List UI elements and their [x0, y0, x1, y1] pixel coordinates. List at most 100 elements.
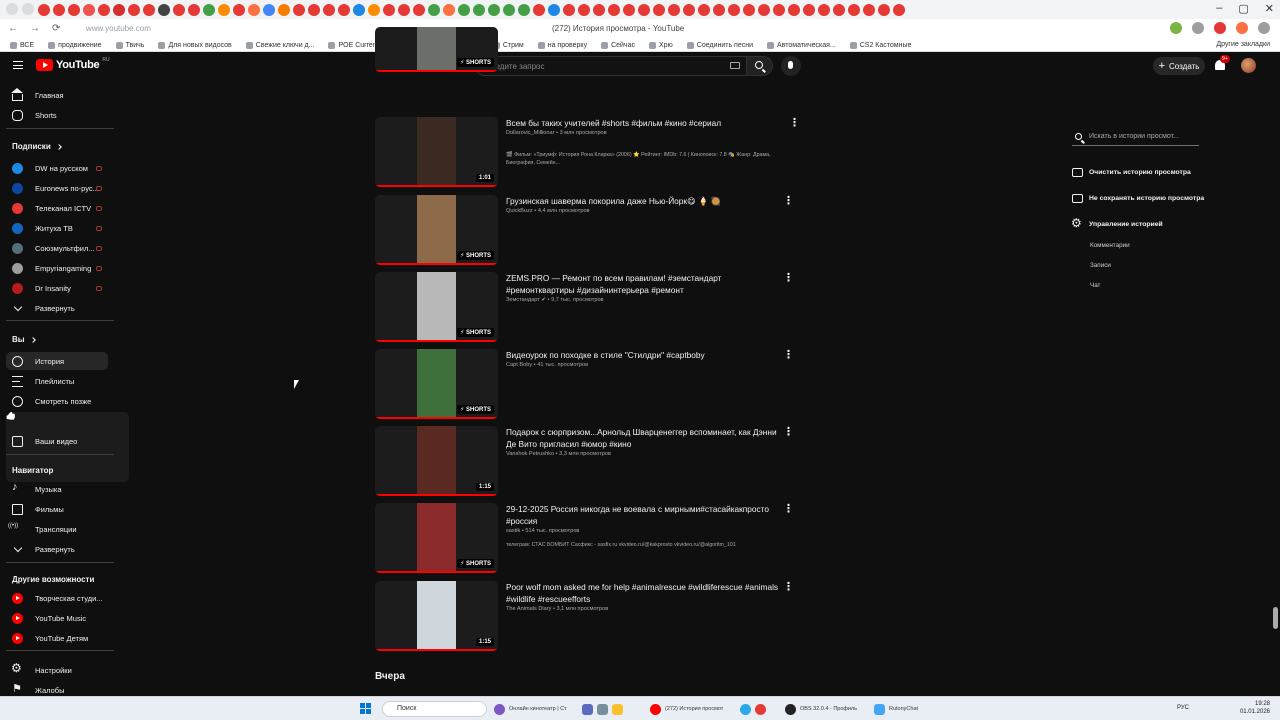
tab-favicon[interactable] — [308, 3, 320, 16]
bookmark-item[interactable]: CS2 Кастомные — [849, 41, 911, 49]
more-actions-icon[interactable] — [783, 425, 794, 438]
bookmark-item[interactable]: продвижение — [48, 41, 102, 49]
sidebar-you-header[interactable]: Вы — [12, 335, 36, 344]
pen-icon[interactable] — [582, 703, 593, 715]
tab-favicon[interactable] — [848, 3, 860, 16]
tab-favicon[interactable] — [323, 3, 335, 16]
tab-favicon[interactable] — [758, 3, 770, 16]
tab-favicon[interactable] — [698, 3, 710, 16]
channel-name[interactable]: Dollarovic_Millionar — [506, 130, 555, 136]
sidebar-subscription-item[interactable]: Empyriangaming — [6, 259, 108, 277]
back-icon[interactable] — [6, 3, 18, 15]
video-title[interactable]: ZEMS.PRO — Ремонт по всем правилам! #зем… — [506, 272, 786, 296]
tab-favicon[interactable] — [488, 3, 500, 16]
tab-favicon[interactable] — [878, 3, 890, 16]
sidebar-item-shorts[interactable]: Shorts — [6, 106, 108, 124]
video-title[interactable]: Poor wolf mom asked me for help #animalr… — [506, 581, 786, 605]
history-search-input[interactable]: Искать в истории просмот... — [1072, 130, 1199, 146]
channel-name[interactable]: Vanshok Petrushko — [506, 451, 554, 457]
channel-name[interactable]: Capt Boby — [506, 362, 532, 368]
tab-favicon[interactable] — [248, 3, 260, 16]
tab-favicon[interactable] — [203, 3, 215, 16]
tab-favicon[interactable] — [608, 3, 620, 16]
url-field[interactable]: www.youtube.com — [86, 24, 151, 33]
minimize-icon[interactable]: – — [1216, 2, 1222, 15]
forward-icon[interactable] — [22, 3, 34, 15]
channel-name[interactable]: The Animals Diary — [506, 606, 551, 612]
sidebar-more-item[interactable]: YouTube Music — [6, 609, 108, 627]
maximize-icon[interactable]: ▢ — [1238, 2, 1248, 15]
tab-favicon[interactable] — [293, 3, 305, 16]
tab-favicon[interactable] — [338, 3, 350, 16]
video-title[interactable]: Всем бы таких учителей #shorts #фильм #к… — [506, 117, 786, 129]
tab-favicon[interactable] — [83, 3, 95, 16]
tab-favicon[interactable] — [38, 3, 50, 16]
sidebar-item-history[interactable]: История — [6, 352, 108, 370]
video-title[interactable]: Видеоурок по походке в стиле "Стилдри" #… — [506, 349, 786, 361]
tab-favicon[interactable] — [713, 3, 725, 16]
tab-favicon[interactable] — [533, 3, 545, 16]
sidebar-item-liked[interactable]: Понравившиеся — [6, 412, 129, 482]
more-actions-icon[interactable] — [783, 502, 794, 515]
pause-history-button[interactable]: Не сохранять историю просмотра — [1072, 194, 1204, 203]
tab-favicon[interactable] — [158, 3, 170, 16]
video-item[interactable]: ⚡ SHORTS ZEMS.PRO — Ремонт по всем правил… — [375, 271, 805, 342]
taskbar-app-rutonychat[interactable]: RutonyChat — [874, 701, 918, 717]
reload-icon[interactable]: ⟳ — [52, 23, 60, 34]
clock[interactable]: 19:28 01.01.2026 — [1240, 700, 1270, 716]
more-actions-icon[interactable] — [789, 116, 800, 129]
taskbar-app-youtube[interactable]: (272) История просмот — [650, 701, 723, 717]
video-item[interactable]: ⚡ SHORTS 29-12-2025 Россия никогда не вое… — [375, 502, 805, 573]
more-actions-icon[interactable] — [783, 580, 794, 593]
bookmark-item[interactable]: Для новых видосов — [158, 41, 232, 49]
video-item[interactable]: 1:15 Poor wolf mom asked me for help #ani… — [375, 580, 805, 651]
tab-favicon[interactable] — [653, 3, 665, 16]
tab-favicon[interactable] — [383, 3, 395, 16]
sidebar-subscription-item[interactable]: Dr Insanity — [6, 279, 108, 297]
tab-favicon[interactable] — [788, 3, 800, 16]
other-bookmarks[interactable]: Другие закладки — [1216, 41, 1270, 48]
telegram-icon[interactable] — [740, 703, 751, 715]
video-thumbnail[interactable]: 1:15 — [375, 581, 498, 651]
video-item[interactable]: ⚡ SHORTS — [375, 27, 805, 72]
video-thumbnail[interactable]: ⚡ SHORTS — [375, 27, 498, 72]
tab-favicon[interactable] — [893, 3, 905, 16]
video-title[interactable]: Подарок с сюрпризом...Арнольд Шварценегг… — [506, 426, 786, 450]
tab-favicon[interactable] — [368, 3, 380, 16]
tab-favicon[interactable] — [683, 3, 695, 16]
sidebar-subscription-item[interactable]: DW на русском — [6, 159, 108, 177]
tab-favicon[interactable] — [548, 3, 560, 16]
sidebar-expand-navigator[interactable]: Развернуть — [6, 540, 108, 558]
folder-icon[interactable] — [612, 703, 623, 715]
start-button[interactable] — [360, 703, 371, 714]
tab-favicon[interactable] — [233, 3, 245, 16]
tab-favicon[interactable] — [503, 3, 515, 16]
video-item[interactable]: ⚡ SHORTS Грузинская шаверма покорила даже… — [375, 194, 805, 265]
bookmark-item[interactable]: Свежие ключи д... — [245, 41, 314, 49]
sidebar-item-music[interactable]: Музыка — [6, 480, 108, 498]
video-title[interactable]: 29-12-2025 Россия никогда не воевала с м… — [506, 503, 786, 527]
tab-favicon[interactable] — [833, 3, 845, 16]
tab-favicon[interactable] — [143, 3, 155, 16]
tab-favicon[interactable] — [473, 3, 485, 16]
video-thumbnail[interactable]: 1:01 — [375, 117, 498, 187]
tab-favicon[interactable] — [638, 3, 650, 16]
sidebar-item-home[interactable]: Главная — [6, 86, 108, 104]
bookmark-item[interactable]: Твичь — [115, 41, 144, 49]
bookmark-item[interactable]: ВСЕ — [10, 41, 34, 49]
close-icon[interactable]: ✕ — [1265, 2, 1274, 15]
menu-icon[interactable] — [13, 61, 23, 69]
sidebar-item-movies[interactable]: Фильмы — [6, 500, 108, 518]
channel-name[interactable]: sastik — [506, 528, 520, 534]
sidebar-expand-subscriptions[interactable]: Развернуть — [6, 299, 108, 317]
avatar[interactable] — [1241, 58, 1256, 73]
tab-favicon[interactable] — [728, 3, 740, 16]
chat-link[interactable]: Чат — [1090, 282, 1100, 289]
tab-favicon[interactable] — [818, 3, 830, 16]
video-item[interactable]: ⚡ SHORTS Видеоурок по походке в стиле "Ст… — [375, 348, 805, 419]
sidebar-item-playlists[interactable]: Плейлисты — [6, 372, 108, 390]
tab-favicon[interactable] — [668, 3, 680, 16]
sidebar-more-item[interactable]: Творческая студи... — [6, 589, 108, 607]
tab-favicon[interactable] — [623, 3, 635, 16]
sidebar-item-watch-later[interactable]: Смотреть позже — [6, 392, 108, 410]
